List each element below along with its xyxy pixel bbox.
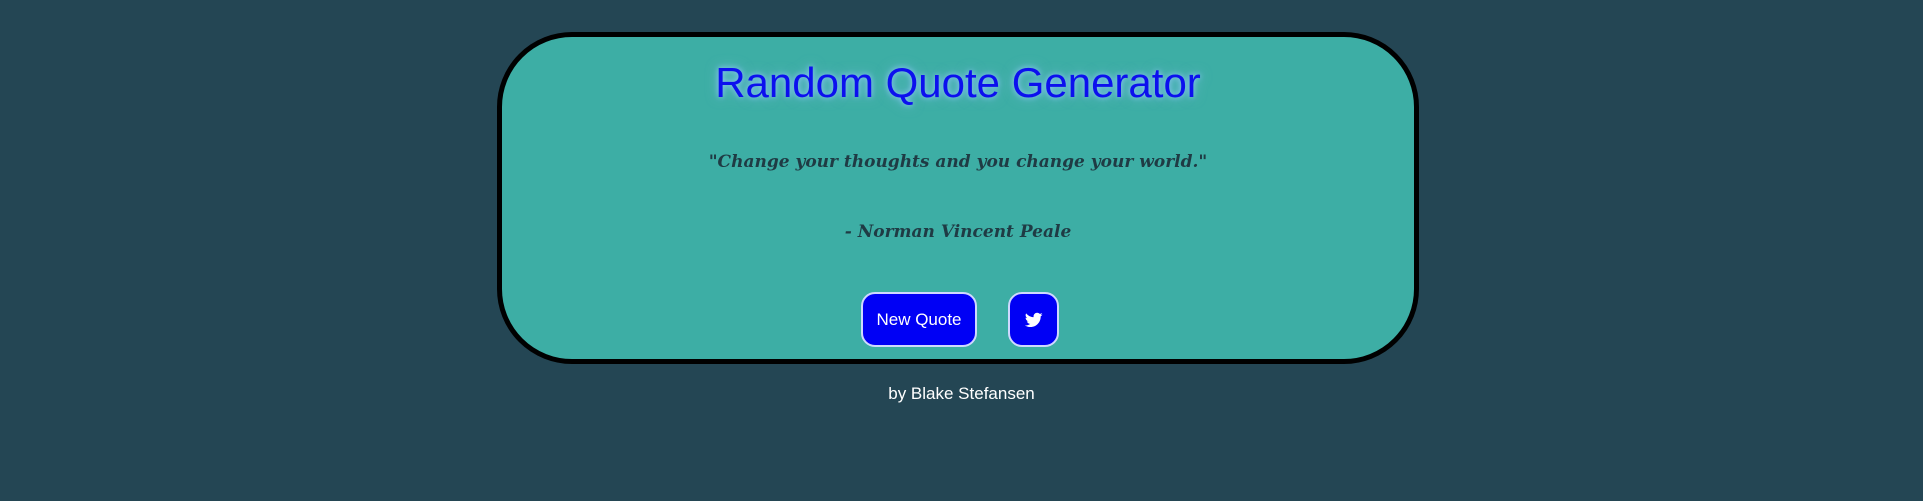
quote-card: Random Quote Generator "Change your thou… xyxy=(497,32,1419,364)
quote-text: "Change your thoughts and you change you… xyxy=(708,152,1208,172)
twitter-icon xyxy=(1024,311,1043,329)
page-title: Random Quote Generator xyxy=(715,59,1201,106)
tweet-button[interactable] xyxy=(1008,292,1059,347)
quote-author: - Norman Vincent Peale xyxy=(844,222,1072,242)
footer-credit: by Blake Stefansen xyxy=(888,384,1035,403)
new-quote-button[interactable]: New Quote xyxy=(861,292,977,347)
